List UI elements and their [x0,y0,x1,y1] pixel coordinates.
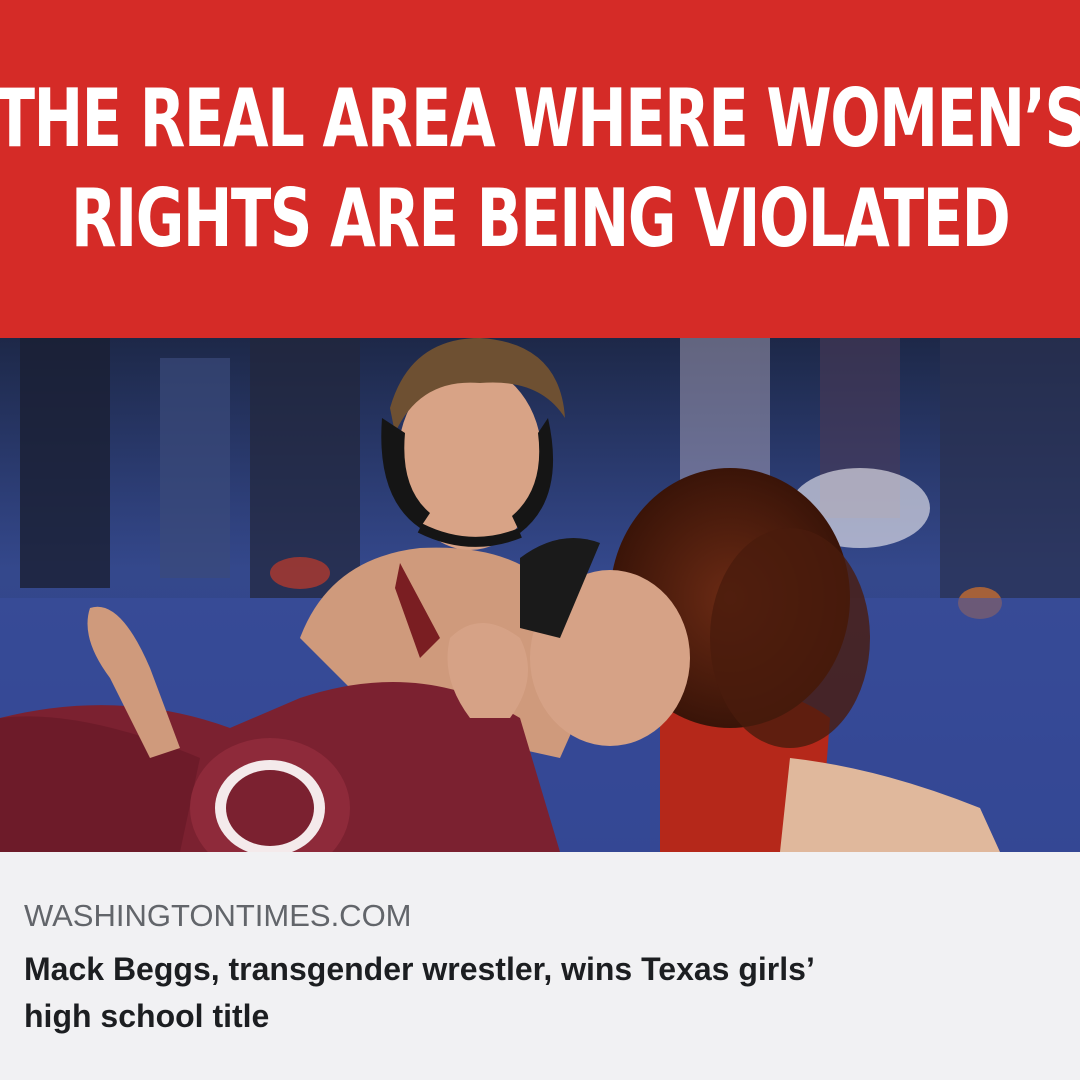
headline-banner: THE REAL AREA WHERE WOMEN’S RIGHTS ARE B… [0,0,1080,338]
headline-line-2: RIGHTS ARE BEING VIOLATED [70,172,1011,265]
link-source-domain: WASHINGTONTIMES.COM [24,898,412,933]
headline-line-1: THE REAL AREA WHERE WOMEN’S [0,72,1080,165]
wrestling-photo[interactable] [0,338,1080,852]
link-preview-card[interactable]: WASHINGTONTIMES.COM Mack Beggs, transgen… [0,852,1080,1080]
wrestling-photo-illustration [0,338,1080,852]
headline-text: THE REAL AREA WHERE WOMEN’S RIGHTS ARE B… [0,69,1080,269]
link-title-line-1: Mack Beggs, transgender wrestler, wins T… [24,951,815,987]
link-title[interactable]: Mack Beggs, transgender wrestler, wins T… [24,946,1060,1040]
link-title-line-2: high school title [24,998,270,1034]
